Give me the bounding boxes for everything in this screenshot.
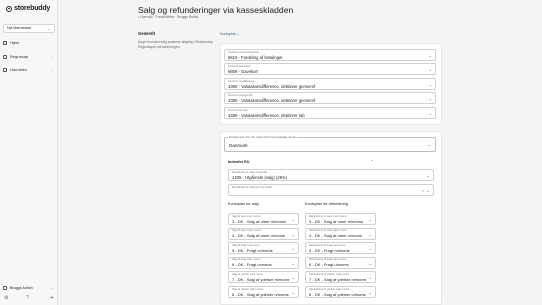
refund-account-select[interactable]: Refundering af varer uden moms 4 - DK - S… (305, 227, 376, 240)
sales-account-select[interactable]: Salg af ydelser med moms 7 - DK - Salg af… (228, 271, 299, 284)
chevron-down-icon: ⌄ (428, 111, 432, 116)
chevron-down-icon: ⌄ (291, 275, 295, 281)
ledger-icon (3, 54, 7, 59)
chevron-down-icon: ⌄ (428, 53, 432, 58)
section-title: Generelt (138, 31, 155, 36)
chevron-down-icon: ⌄ (368, 275, 372, 281)
chevron-down-icon: ⌄ (368, 260, 372, 266)
chevron-down-icon: ⌄ (427, 142, 431, 147)
chevron-down-icon: ⌄ (428, 96, 432, 101)
chevron-down-icon: ⌄ (426, 173, 430, 178)
user-icon (3, 285, 7, 290)
eu-section-title: Indenfor EU (228, 160, 250, 164)
user-name: Brugge Admin (10, 285, 33, 290)
chevron-down-icon: ⌄ (368, 217, 372, 222)
chevron-down-icon: ⌄ (291, 290, 295, 295)
refund-account-select[interactable]: Refundering af ydelser med moms 7 - DK - … (305, 271, 376, 284)
sales-account-select[interactable]: Salg af ydelser uden moms 8 - DK - Salg a… (228, 286, 299, 298)
chevron-down-icon: ⌄ (291, 260, 295, 266)
close-icon[interactable]: × (422, 188, 424, 193)
sidebar-item-trade[interactable]: Handelen ⌄ (3, 65, 55, 74)
chevron-down-icon: ⌄ (428, 82, 432, 87)
refund-account-select[interactable]: Refundering af fragt med moms 5 - DK - Fr… (305, 242, 376, 255)
sidebar-item-accounting[interactable]: Regnskap ⌄ (3, 52, 55, 61)
logo[interactable]: storebuddy (6, 5, 50, 12)
chevron-down-icon: ⌄ (291, 217, 295, 222)
company-selector[interactable]: Nyt Marmelade ⌄ (3, 24, 55, 33)
omsetning-select[interactable]: Konto for omsetningsførsel 6610 - Fordel… (224, 49, 436, 61)
logo-icon (6, 5, 12, 12)
country-select[interactable]: Forskel land hvor din virksomhed hovedsa… (224, 135, 436, 152)
refund-account-select[interactable]: Refundering af varer med moms 3 - DK - Sa… (305, 213, 376, 225)
breadcrumb: ‹ Oversikt · Forsendelse · Brugge Butikk (138, 15, 199, 19)
back-icon[interactable]: ‹ (138, 15, 139, 19)
help-icon[interactable]: ? (26, 295, 29, 302)
main-content: Salg og refunderinger via kasseskladden … (58, 0, 542, 305)
chevron-down-icon: ⌄ (291, 231, 295, 237)
sales-account-select[interactable]: Salg af fragt med moms 5 - DK - Fragt m/m… (228, 242, 299, 255)
domestic-vat-select[interactable]: Momskode for salg innenlands 1205 - Utgå… (228, 169, 434, 181)
foreign-vat-select[interactable]: Momskode for salg uden for landet × ⌄ (228, 184, 434, 196)
chevron-down-icon: ⌄ (368, 231, 372, 237)
sales-account-select[interactable]: Salg af varer uden moms 4 - DK - Salg af … (228, 227, 299, 240)
chevron-down-icon: ⌄ (291, 246, 295, 252)
logout-icon[interactable]: ⇥ (49, 295, 53, 302)
kurstap-select[interactable]: Konto for kurstap 4490 - Valutakursdiffe… (224, 107, 436, 119)
breadcrumb-item[interactable]: Forsendelse (156, 15, 175, 19)
sidebar: storebuddy Nyt Marmelade ⌄ Hjem Regnskap… (0, 0, 58, 305)
chevron-down-icon: ⌄ (47, 26, 51, 31)
settings-icon[interactable]: ⚙ (4, 295, 8, 302)
home-icon (3, 40, 7, 45)
sales-account-select[interactable]: Salg af varer med moms 3 - DK - Salg af v… (228, 213, 299, 225)
oredifferanse-select[interactable]: Konto for øredifferanse 4390 - Valutakur… (224, 78, 436, 90)
user-menu[interactable]: Brugge Admin ⌄ (3, 284, 55, 291)
chevron-down-icon: ⌄ (368, 246, 372, 252)
section-description: Angiv hvordan salg posteres følgelig i S… (138, 40, 213, 49)
chevron-down-icon: ⌄ (49, 285, 53, 290)
breadcrumb-item[interactable]: Oversikt (140, 15, 152, 19)
cart-icon (3, 67, 7, 72)
sales-column-header: Kontoplan for salg (228, 202, 259, 206)
breadcrumb-item: Brugge Butikk (177, 15, 199, 19)
sidebar-item-label: Regnskap (10, 54, 29, 59)
sidebar-item-label: Hjem (10, 40, 20, 45)
logo-text: storebuddy (14, 5, 51, 12)
refund-account-select[interactable]: Refundering af ydelser uden moms 8 - DK -… (305, 286, 376, 298)
sales-account-select[interactable]: Salg af fragt uden moms 6 - DK - Fragt u/… (228, 256, 299, 269)
chart-of-accounts-link[interactable]: Kontoplan ⌄ (220, 32, 240, 36)
refund-account-select[interactable]: Refundering af fragt uden moms 6 - DK - F… (305, 256, 376, 269)
sidebar-item-home[interactable]: Hjem (3, 38, 55, 47)
refund-column-header: Kontoplan for refundering (305, 202, 348, 206)
chevron-down-icon: ⌄ (49, 54, 53, 59)
sidebar-item-label: Handelen (10, 67, 28, 72)
company-name: Nyt Marmelade (7, 26, 32, 30)
sidebar-footer: ⚙ ? ⇥ (0, 295, 58, 302)
chevron-down-icon: ⌄ (428, 67, 432, 72)
chevron-down-icon: ⌄ (426, 188, 430, 193)
chevron-down-icon: ⌄ (368, 290, 372, 295)
kassebok-select[interactable]: Konto for kassebok 6669 - Gavekort ⌄ (224, 63, 436, 75)
page-title: Salg og refunderinger via kasseskladden (138, 5, 294, 15)
chevron-down-icon: ⌄ (49, 67, 53, 72)
kursgevinst-select[interactable]: Konto for kursgevinst 4390 - Valutakursd… (224, 92, 436, 104)
chevron-up-icon[interactable]: ⌃ (370, 159, 373, 164)
